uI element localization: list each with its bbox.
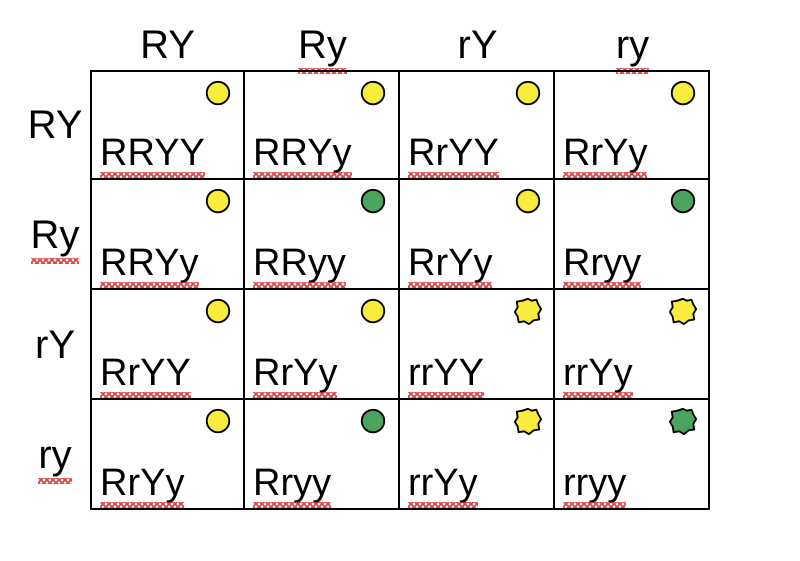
- cell-1-2: RrYy: [398, 178, 555, 290]
- row-header-1: Ry: [20, 180, 90, 290]
- cell-1-1: RRyy: [243, 178, 400, 290]
- cell-2-3: rrYy: [553, 288, 710, 400]
- genotype-label: RRYY: [100, 134, 205, 172]
- row-header-2: rY: [20, 290, 90, 400]
- phenotype-icon: [358, 406, 388, 436]
- cell-1-3: Rryy: [553, 178, 710, 290]
- row-header-label: rY: [35, 323, 75, 368]
- phenotype-icon: [668, 186, 698, 216]
- col-header-label: rY: [458, 23, 498, 68]
- phenotype-icon: [513, 296, 543, 326]
- cell-2-2: rrYY: [398, 288, 555, 400]
- cell-3-2: rrYy: [398, 398, 555, 510]
- col-header-label: Ry: [298, 23, 347, 68]
- cell-3-1: Rryy: [243, 398, 400, 510]
- row-header-0: RY: [20, 70, 90, 180]
- phenotype-icon: [203, 296, 233, 326]
- col-header-3: ry: [555, 20, 710, 70]
- genotype-label: RrYy: [563, 134, 647, 172]
- genotype-label: Rryy: [563, 244, 641, 282]
- genotype-label: RrYY: [100, 354, 191, 392]
- row-header-3: ry: [20, 400, 90, 510]
- genotype-label: rryy: [563, 464, 626, 502]
- col-header-0: RY: [90, 20, 245, 70]
- genotype-label: RRYy: [100, 244, 199, 282]
- phenotype-icon: [358, 78, 388, 108]
- cell-0-1: RRYy: [243, 70, 400, 180]
- row-header-label: RY: [28, 103, 83, 148]
- genotype-label: RRyy: [253, 244, 346, 282]
- genotype-label: Rryy: [253, 464, 331, 502]
- phenotype-icon: [203, 406, 233, 436]
- phenotype-icon: [668, 406, 698, 436]
- col-header-label: ry: [616, 23, 649, 68]
- col-header-2: rY: [400, 20, 555, 70]
- genotype-label: RrYy: [253, 354, 337, 392]
- cell-3-0: RrYy: [90, 398, 245, 510]
- phenotype-icon: [513, 406, 543, 436]
- col-header-1: Ry: [245, 20, 400, 70]
- phenotype-icon: [358, 186, 388, 216]
- genotype-label: rrYy: [563, 354, 633, 392]
- corner-cell: [20, 20, 90, 70]
- phenotype-icon: [203, 186, 233, 216]
- phenotype-icon: [203, 78, 233, 108]
- phenotype-icon: [358, 296, 388, 326]
- row-header-label: Ry: [31, 213, 80, 258]
- genotype-label: RrYY: [408, 134, 499, 172]
- cell-0-2: RrYY: [398, 70, 555, 180]
- phenotype-icon: [513, 78, 543, 108]
- phenotype-icon: [513, 186, 543, 216]
- genotype-label: RrYy: [408, 244, 492, 282]
- genotype-label: RRYy: [253, 134, 352, 172]
- punnett-square: RY Ry rY ry RY RRYY RRYy RrYY RrYy: [20, 20, 780, 510]
- cell-2-0: RrYY: [90, 288, 245, 400]
- row-header-label: ry: [38, 433, 71, 478]
- cell-1-0: RRYy: [90, 178, 245, 290]
- cell-2-1: RrYy: [243, 288, 400, 400]
- phenotype-icon: [668, 296, 698, 326]
- genotype-label: RrYy: [100, 464, 184, 502]
- cell-0-0: RRYY: [90, 70, 245, 180]
- phenotype-icon: [668, 78, 698, 108]
- genotype-label: rrYY: [408, 354, 484, 392]
- cell-0-3: RrYy: [553, 70, 710, 180]
- genotype-label: rrYy: [408, 464, 478, 502]
- col-header-label: RY: [140, 23, 195, 68]
- cell-3-3: rryy: [553, 398, 710, 510]
